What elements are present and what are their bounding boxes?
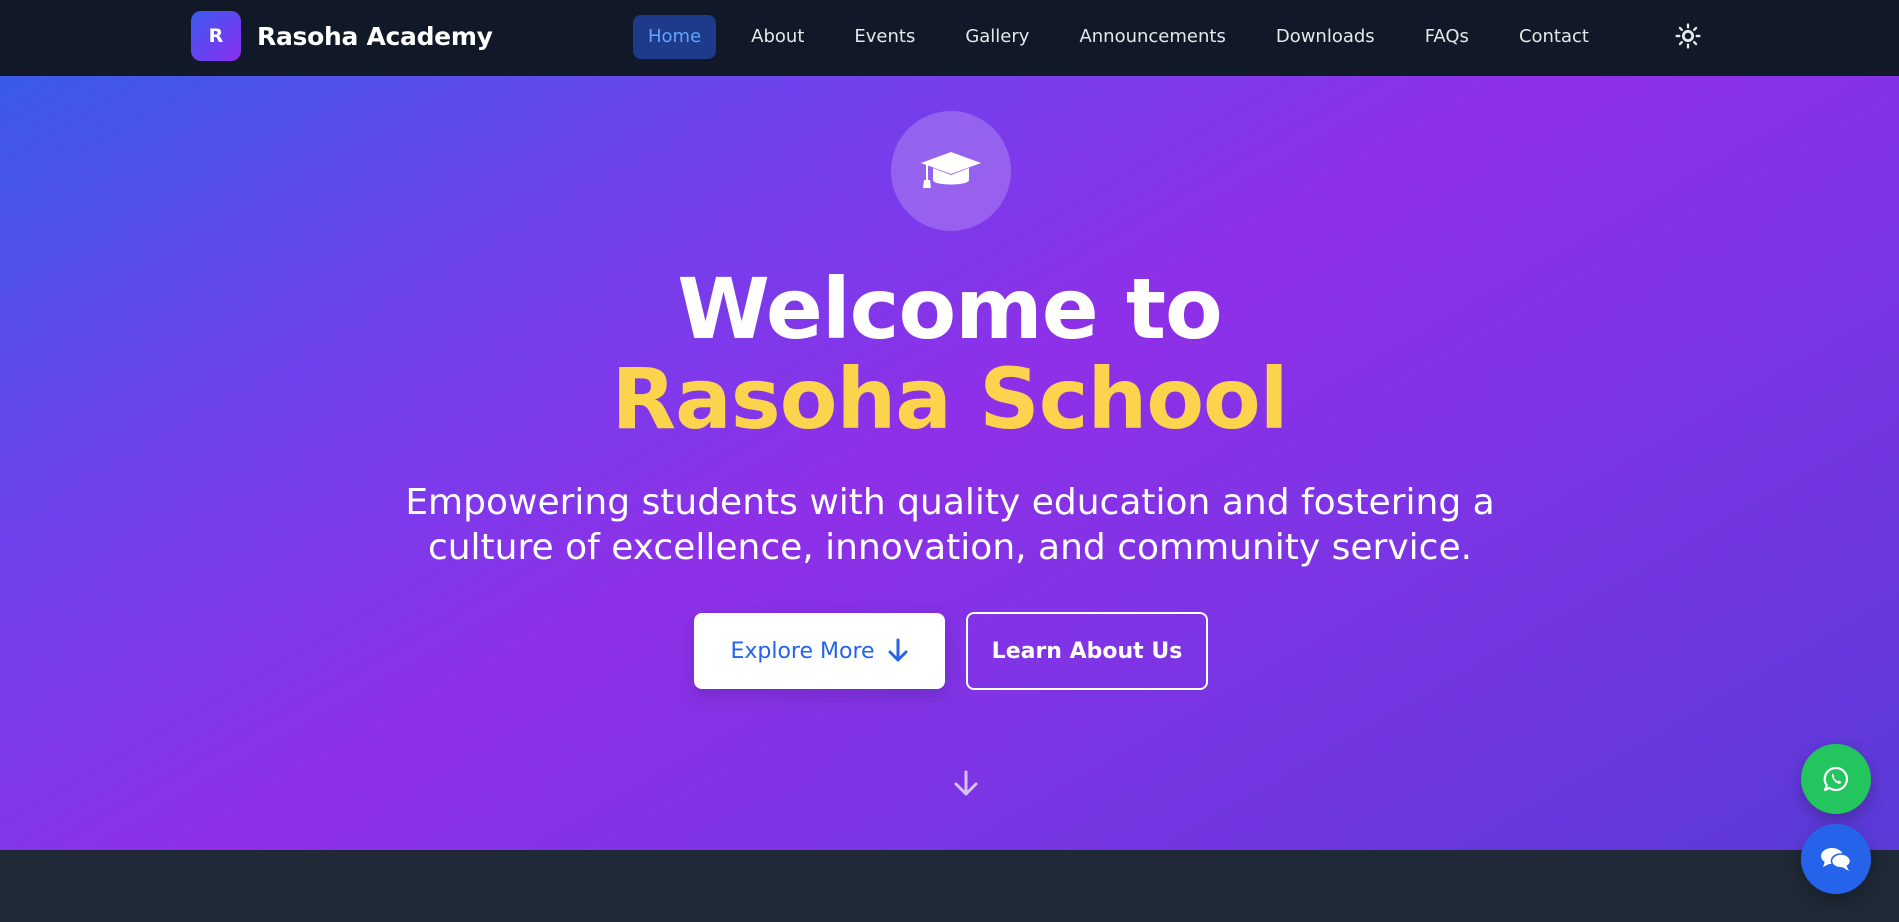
- hero-title-line1: Welcome to: [677, 260, 1223, 358]
- hero-subtitle: Empowering students with quality educati…: [405, 482, 1495, 568]
- scroll-arrow-down-icon: [954, 770, 978, 796]
- chat-icon: [1821, 848, 1852, 871]
- brand-name: Rasoha Academy: [257, 21, 493, 51]
- hero-title: Welcome to Rasoha School: [0, 264, 1899, 444]
- arrow-down-icon: [888, 638, 908, 662]
- nav-item-gallery[interactable]: Gallery: [950, 15, 1044, 59]
- hero-badge: [891, 111, 1011, 231]
- learn-about-us-button[interactable]: Learn About Us: [966, 612, 1208, 690]
- top-navbar: R Rasoha Academy Home About Events Galle…: [0, 0, 1899, 76]
- theme-toggle-button[interactable]: [1674, 22, 1702, 50]
- brand-link[interactable]: R Rasoha Academy: [191, 11, 493, 61]
- brand-logo: R: [191, 11, 241, 61]
- nav-item-contact[interactable]: Contact: [1504, 15, 1604, 59]
- explore-more-label: Explore More: [730, 638, 875, 664]
- nav-item-downloads[interactable]: Downloads: [1261, 15, 1390, 59]
- hero-title-school-name: Rasoha School: [611, 350, 1288, 448]
- nav-item-events[interactable]: Events: [839, 15, 930, 59]
- nav-item-about[interactable]: About: [736, 15, 819, 59]
- nav-item-faqs[interactable]: FAQs: [1410, 15, 1484, 59]
- hero-actions: Explore More Learn About Us: [694, 612, 1208, 690]
- graduation-cap-icon: [921, 152, 981, 188]
- hero-section: Welcome to Rasoha School Empowering stud…: [0, 76, 1899, 850]
- whatsapp-icon: [1823, 766, 1849, 792]
- chat-button[interactable]: [1801, 824, 1871, 894]
- nav-item-announcements[interactable]: Announcements: [1064, 15, 1240, 59]
- sun-icon: [1675, 23, 1701, 49]
- explore-more-button[interactable]: Explore More: [694, 613, 945, 689]
- whatsapp-button[interactable]: [1801, 744, 1871, 814]
- main-nav: Home About Events Gallery Announcements …: [633, 15, 1624, 59]
- nav-item-home[interactable]: Home: [633, 15, 717, 59]
- scroll-down-button[interactable]: [951, 769, 981, 799]
